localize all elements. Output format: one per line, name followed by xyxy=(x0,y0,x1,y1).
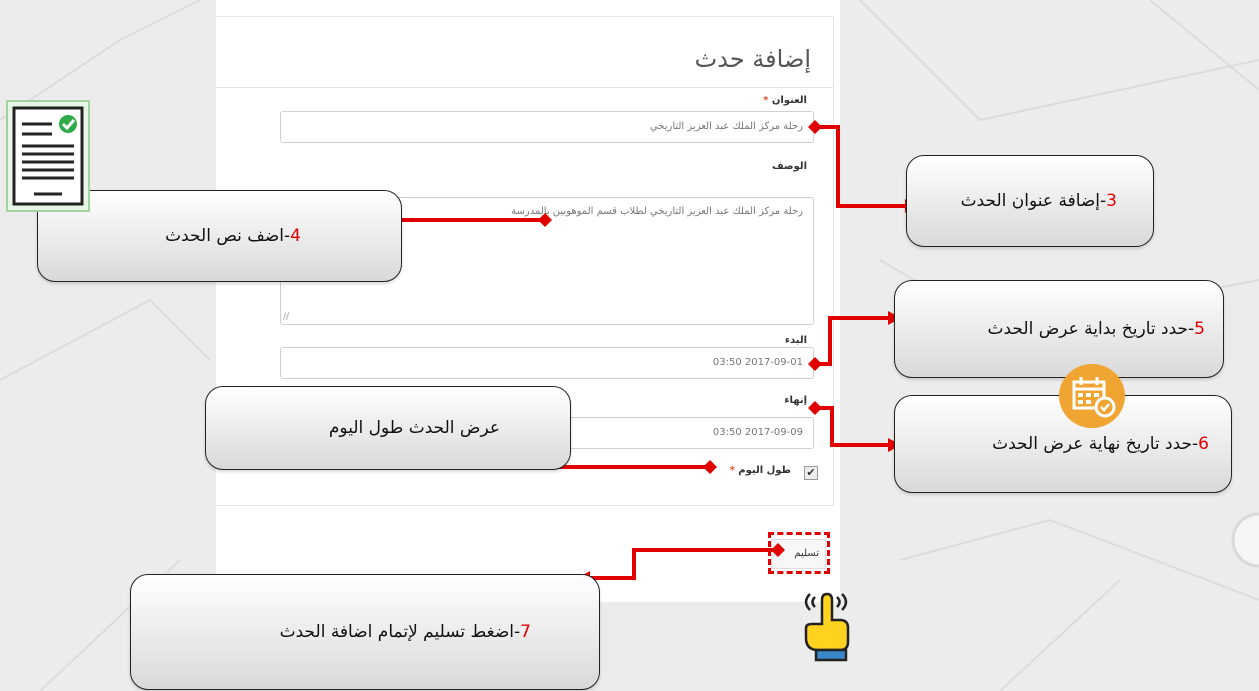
pointing-hand-icon xyxy=(796,580,860,666)
end-label: إنهاء xyxy=(784,395,807,406)
callout-step-7: 7 -اضغط تسليم لإتمام اضافة الحدث xyxy=(130,574,600,690)
form-title: إضافة حدث xyxy=(694,45,811,73)
title-label-text: العنوان xyxy=(771,95,807,106)
callout-5-number: 5 xyxy=(1194,319,1205,339)
callout-7-text: -اضغط تسليم لإتمام اضافة الحدث xyxy=(279,622,521,642)
callout-6-text: -حدد تاريخ نهاية عرض الحدث xyxy=(992,434,1199,454)
all-day-label-text: طول اليوم xyxy=(738,465,791,476)
description-label: الوصف xyxy=(771,161,807,172)
callout-7-number: 7 xyxy=(520,622,531,642)
title-input[interactable]: رحلة مركز الملك عبد العزيز التاريخي xyxy=(280,111,814,143)
resize-handle-icon[interactable]: ∕∕ xyxy=(283,312,289,322)
description-text: رحلة مركز الملك عبد العزيز التاريخي لطلا… xyxy=(511,206,803,217)
event-form-panel: إضافة حدث العنوان * رحلة مركز الملك عبد … xyxy=(216,0,840,602)
calendar-check-icon xyxy=(1059,364,1125,428)
required-mark: * xyxy=(763,95,769,106)
start-date-input[interactable]: 2017-09-01 03:50 xyxy=(280,347,814,379)
all-day-checkbox[interactable]: ✔ xyxy=(804,466,818,480)
callout-all-day-text: عرض الحدث طول اليوم xyxy=(328,418,500,438)
callout-3-text: -إضافة عنوان الحدث xyxy=(960,191,1107,211)
title-divider xyxy=(216,87,833,88)
callout-6-number: 6 xyxy=(1198,434,1209,454)
required-mark: * xyxy=(729,465,735,476)
callout-step-3: 3 -إضافة عنوان الحدث xyxy=(906,155,1154,247)
callout-4-number: 4 xyxy=(290,226,301,246)
callout-all-day: عرض الحدث طول اليوم xyxy=(205,386,571,470)
callout-4-text: -اضف نص الحدث xyxy=(165,226,291,246)
callout-5-text: -حدد تاريخ بداية عرض الحدث xyxy=(987,319,1195,339)
submit-highlight-box xyxy=(768,532,830,574)
callout-3-number: 3 xyxy=(1106,191,1117,211)
start-label: البدء xyxy=(784,335,807,346)
title-label: العنوان * xyxy=(763,95,807,106)
callout-step-4: 4 -اضف نص الحدث xyxy=(37,190,402,282)
all-day-label: طول اليوم * xyxy=(730,465,791,476)
document-check-icon xyxy=(6,100,90,212)
